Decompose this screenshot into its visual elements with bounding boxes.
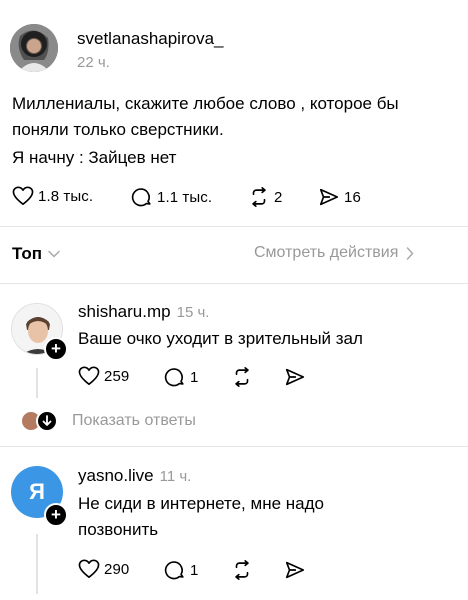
reply-comment-count: 1 bbox=[190, 561, 199, 579]
post-author-avatar[interactable] bbox=[10, 24, 58, 72]
heart-icon bbox=[78, 559, 100, 579]
heart-icon bbox=[78, 366, 100, 386]
reply-header: yasno.live 11 ч. bbox=[78, 466, 191, 486]
repost-icon bbox=[231, 366, 253, 388]
chevron-right-icon bbox=[406, 246, 414, 260]
post-share-count: 16 bbox=[344, 188, 361, 206]
heart-icon bbox=[12, 186, 34, 206]
view-activity-link[interactable]: Смотреть действия bbox=[254, 244, 414, 262]
thread-line bbox=[36, 368, 38, 398]
post-text-line: Я начну : Зайцев нет bbox=[12, 148, 177, 167]
repost-icon bbox=[231, 559, 253, 581]
comment-icon bbox=[164, 366, 186, 388]
reply-like-button[interactable]: 259 bbox=[78, 366, 129, 386]
post-comment-count: 1.1 тыс. bbox=[157, 188, 213, 206]
divider bbox=[0, 283, 468, 284]
reply-like-button[interactable]: 290 bbox=[78, 559, 129, 579]
follow-plus-button[interactable]: + bbox=[44, 337, 68, 361]
comment-icon bbox=[131, 186, 153, 208]
share-icon bbox=[284, 366, 306, 388]
post-timestamp: 22 ч. bbox=[77, 54, 110, 71]
show-replies-label: Показать ответы bbox=[72, 412, 196, 429]
view-activity-label: Смотреть действия bbox=[254, 244, 399, 261]
reply-author-username[interactable]: shisharu.mp bbox=[78, 302, 171, 322]
post-share-button[interactable]: 16 bbox=[318, 186, 361, 208]
reply-timestamp: 11 ч. bbox=[159, 468, 192, 485]
repost-icon bbox=[248, 186, 270, 208]
reply-like-count: 290 bbox=[104, 560, 130, 578]
reply-text-line: позвонить bbox=[78, 520, 159, 539]
divider bbox=[0, 446, 468, 447]
reply-text-line: Не сиди в интернете, мне надо bbox=[78, 494, 324, 513]
post-like-count: 1.8 тыс. bbox=[38, 187, 94, 205]
arrow-down-icon bbox=[36, 410, 58, 432]
reply-repost-button[interactable] bbox=[231, 559, 253, 581]
reply-comment-button[interactable]: 1 bbox=[164, 366, 198, 388]
reply-comment-button[interactable]: 1 bbox=[164, 559, 198, 581]
share-icon bbox=[318, 186, 340, 208]
sort-dropdown[interactable]: Топ bbox=[12, 244, 60, 264]
reply-text: Ваше очко уходит в зрительный зал bbox=[78, 329, 363, 348]
chevron-down-icon bbox=[48, 250, 60, 258]
post-like-button[interactable]: 1.8 тыс. bbox=[12, 186, 93, 206]
thread-line bbox=[36, 534, 38, 594]
reply-like-count: 259 bbox=[104, 367, 130, 385]
comment-icon bbox=[164, 559, 186, 581]
share-icon bbox=[284, 559, 306, 581]
post-author-username[interactable]: svetlanashapirova_ bbox=[77, 29, 223, 49]
show-replies-link[interactable]: Показать ответы bbox=[20, 410, 196, 432]
post-repost-count: 2 bbox=[274, 188, 283, 206]
divider bbox=[0, 226, 468, 227]
reply-comment-count: 1 bbox=[190, 368, 199, 386]
reply-share-button[interactable] bbox=[284, 559, 306, 581]
post-text-line: поняли только сверстники. bbox=[12, 120, 224, 139]
post-text-line: Миллениалы, скажите любое слово , которо… bbox=[12, 94, 399, 113]
reply-header: shisharu.mp 15 ч. bbox=[78, 302, 209, 322]
reply-timestamp: 15 ч. bbox=[176, 304, 210, 321]
reply-author-username[interactable]: yasno.live bbox=[78, 466, 154, 486]
reply-share-button[interactable] bbox=[284, 366, 306, 388]
avatar-letter: Я bbox=[29, 479, 45, 504]
post-repost-button[interactable]: 2 bbox=[248, 186, 282, 208]
follow-plus-button[interactable]: + bbox=[44, 503, 68, 527]
reply-repost-button[interactable] bbox=[231, 366, 253, 388]
post-comment-button[interactable]: 1.1 тыс. bbox=[131, 186, 212, 208]
sort-label: Топ bbox=[12, 244, 42, 263]
